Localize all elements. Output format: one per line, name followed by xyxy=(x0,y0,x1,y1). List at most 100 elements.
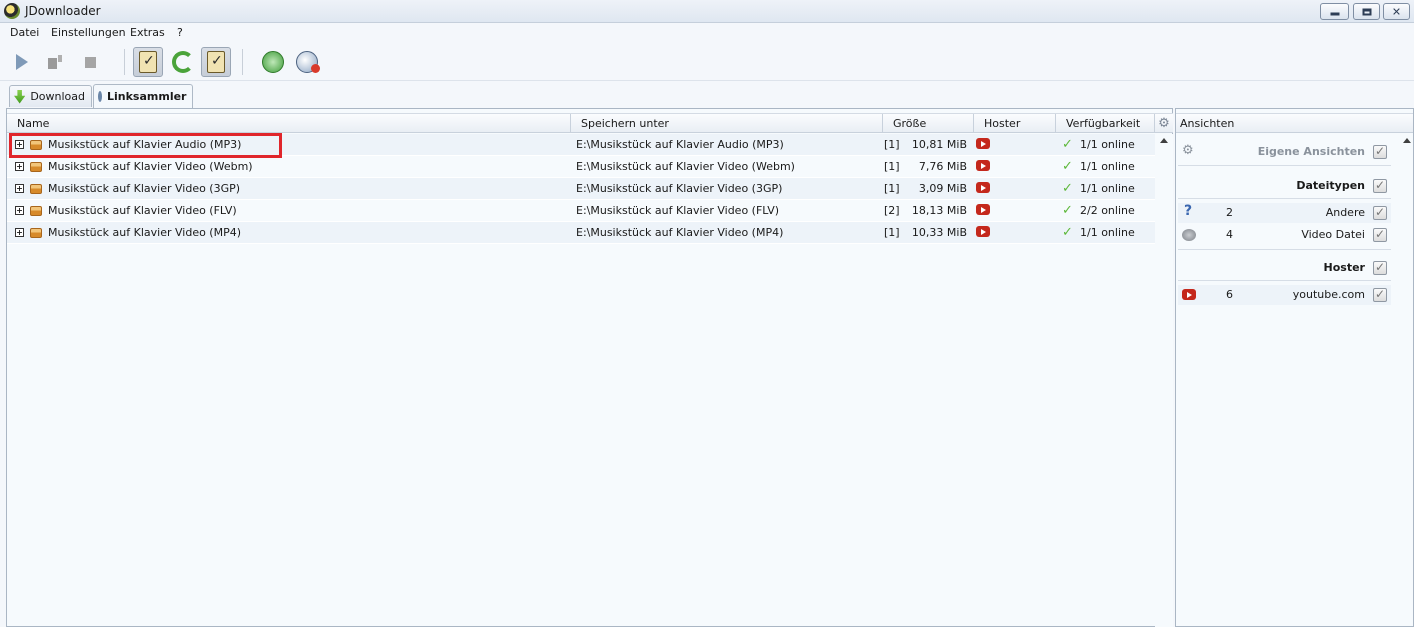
close-button[interactable]: ✕ xyxy=(1383,3,1410,20)
refresh-icon xyxy=(172,51,194,73)
minimize-button[interactable] xyxy=(1320,3,1349,20)
row-availability: 1/1 online xyxy=(1080,226,1135,239)
row-name: Musikstück auf Klavier Video (Webm) xyxy=(48,160,253,173)
column-header-size[interactable]: Größe xyxy=(883,114,974,133)
close-icon: ✕ xyxy=(1391,5,1402,18)
divider xyxy=(1178,249,1391,250)
row-name: Musikstück auf Klavier Video (MP4) xyxy=(48,226,242,239)
row-availability: 2/2 online xyxy=(1080,204,1135,217)
column-header-hoster[interactable]: Hoster xyxy=(974,114,1056,133)
linkgrabber-clipboard-button[interactable] xyxy=(201,47,231,77)
table-row[interactable]: + Musikstück auf Klavier Video (Webm) E:… xyxy=(7,156,1155,178)
expand-icon[interactable]: + xyxy=(15,184,24,193)
highlight-annotation xyxy=(9,133,282,158)
package-icon xyxy=(30,228,42,238)
menu-datei[interactable]: Datei xyxy=(10,26,39,39)
play-icon xyxy=(16,54,28,70)
start-downloads-button[interactable] xyxy=(7,47,37,77)
online-check-icon: ✓ xyxy=(1062,225,1073,240)
column-header-availability[interactable]: Verfügbarkeit xyxy=(1056,114,1155,133)
reconnect-button[interactable] xyxy=(258,47,288,77)
table-row[interactable]: + Musikstück auf Klavier Video (3GP) E:\… xyxy=(7,178,1155,200)
expand-icon[interactable]: + xyxy=(15,162,24,171)
filetype-row-video[interactable]: 4 Video Datei xyxy=(1178,225,1391,245)
youtube-icon xyxy=(976,138,990,149)
row-size: 18,13 MiB xyxy=(911,204,967,217)
stop-icon xyxy=(84,56,96,68)
linkgrabber-table: Name Speichern unter Größe Hoster Verfüg… xyxy=(6,108,1173,627)
clipboard-linkgrabber-icon xyxy=(207,51,225,73)
scroll-up-arrow-icon[interactable] xyxy=(1160,138,1168,143)
tab-linksammler-label: Linksammler xyxy=(107,90,187,103)
menu-bar: Datei Einstellungen Extras ? xyxy=(0,23,1414,43)
views-panel-header: Ansichten xyxy=(1176,113,1413,133)
menu-einstellungen[interactable]: Einstellungen xyxy=(51,26,126,39)
youtube-icon xyxy=(976,160,990,171)
premium-button[interactable] xyxy=(292,47,322,77)
column-header-name[interactable]: Name xyxy=(7,114,571,133)
menu-extras[interactable]: Extras xyxy=(130,26,165,39)
row-availability: 1/1 online xyxy=(1080,160,1135,173)
column-header-save-to[interactable]: Speichern unter xyxy=(571,114,883,133)
filetype-row-other[interactable]: ? 2 Andere xyxy=(1178,203,1391,223)
tab-download-label: Download xyxy=(30,90,85,103)
filetypes-checkbox[interactable] xyxy=(1373,178,1387,193)
globe-icon xyxy=(296,51,320,73)
row-path: E:\Musikstück auf Klavier Video (3GP) xyxy=(576,182,783,195)
filetypes-title: Dateitypen xyxy=(1296,179,1365,192)
views-panel: Ansichten ⚙ Eigene Ansichten Dateitypen … xyxy=(1175,108,1414,627)
column-settings-gear-icon[interactable]: ⚙ xyxy=(1155,113,1173,133)
film-reel-icon xyxy=(1182,229,1196,241)
hoster-group-row[interactable]: Hoster xyxy=(1178,258,1391,278)
hoster-title: Hoster xyxy=(1323,261,1365,274)
toolbar-separator xyxy=(124,49,125,75)
row-path: E:\Musikstück auf Klavier Audio (MP3) xyxy=(576,138,784,151)
filetypes-group-row[interactable]: Dateitypen xyxy=(1178,176,1391,196)
gear-icon: ⚙ xyxy=(1182,143,1194,158)
expand-icon[interactable]: + xyxy=(15,206,24,215)
row-size: 3,09 MiB xyxy=(918,182,967,195)
menu-help[interactable]: ? xyxy=(177,26,183,39)
youtube-icon xyxy=(1182,289,1196,300)
scroll-up-arrow-icon[interactable] xyxy=(1403,138,1411,143)
pause-downloads-button[interactable] xyxy=(40,47,70,77)
linkgrabber-icon xyxy=(98,91,102,102)
maximize-button[interactable] xyxy=(1353,3,1380,20)
table-scrollbar[interactable] xyxy=(1155,134,1173,627)
youtube-icon xyxy=(976,204,990,215)
custom-views-row[interactable]: ⚙ Eigene Ansichten xyxy=(1178,142,1391,162)
row-name: Musikstück auf Klavier Video (3GP) xyxy=(48,182,241,195)
expand-icon[interactable]: + xyxy=(15,228,24,237)
divider xyxy=(1178,280,1391,281)
download-arrow-icon xyxy=(14,89,26,104)
table-row[interactable]: + Musikstück auf Klavier Video (MP4) E:\… xyxy=(7,222,1155,244)
row-availability: 1/1 online xyxy=(1080,182,1135,195)
online-check-icon: ✓ xyxy=(1062,203,1073,218)
package-icon xyxy=(30,184,42,194)
filetype-label: Video Datei xyxy=(1301,228,1365,241)
row-path: E:\Musikstück auf Klavier Video (FLV) xyxy=(576,204,780,217)
filetype-checkbox[interactable] xyxy=(1373,205,1387,220)
hoster-row-youtube[interactable]: 6 youtube.com xyxy=(1178,285,1391,305)
toolbar xyxy=(0,43,1414,81)
clipboard-observer-button[interactable] xyxy=(133,47,163,77)
row-size: 10,33 MiB xyxy=(911,226,967,239)
hoster-checkbox[interactable] xyxy=(1373,260,1387,275)
tab-bar: Download Linksammler xyxy=(0,82,1414,108)
row-count: [1] xyxy=(884,226,900,239)
filetype-checkbox[interactable] xyxy=(1373,227,1387,242)
divider xyxy=(1178,198,1391,199)
reconnect-icon xyxy=(262,51,284,73)
stop-downloads-button[interactable] xyxy=(75,47,105,77)
window-title: JDownloader xyxy=(25,4,101,18)
hoster-item-checkbox[interactable] xyxy=(1373,287,1387,302)
filetype-count: 4 xyxy=(1226,228,1233,241)
table-row[interactable]: + Musikstück auf Klavier Video (FLV) E:\… xyxy=(7,200,1155,222)
table-header: Name Speichern unter Größe Hoster Verfüg… xyxy=(7,113,1155,133)
jdownloader-app-icon xyxy=(4,3,20,19)
custom-views-checkbox[interactable] xyxy=(1373,144,1387,159)
auto-update-button[interactable] xyxy=(168,47,198,77)
views-scrollbar[interactable] xyxy=(1401,134,1413,627)
tab-linksammler[interactable]: Linksammler xyxy=(93,84,193,108)
tab-download[interactable]: Download xyxy=(9,85,92,107)
